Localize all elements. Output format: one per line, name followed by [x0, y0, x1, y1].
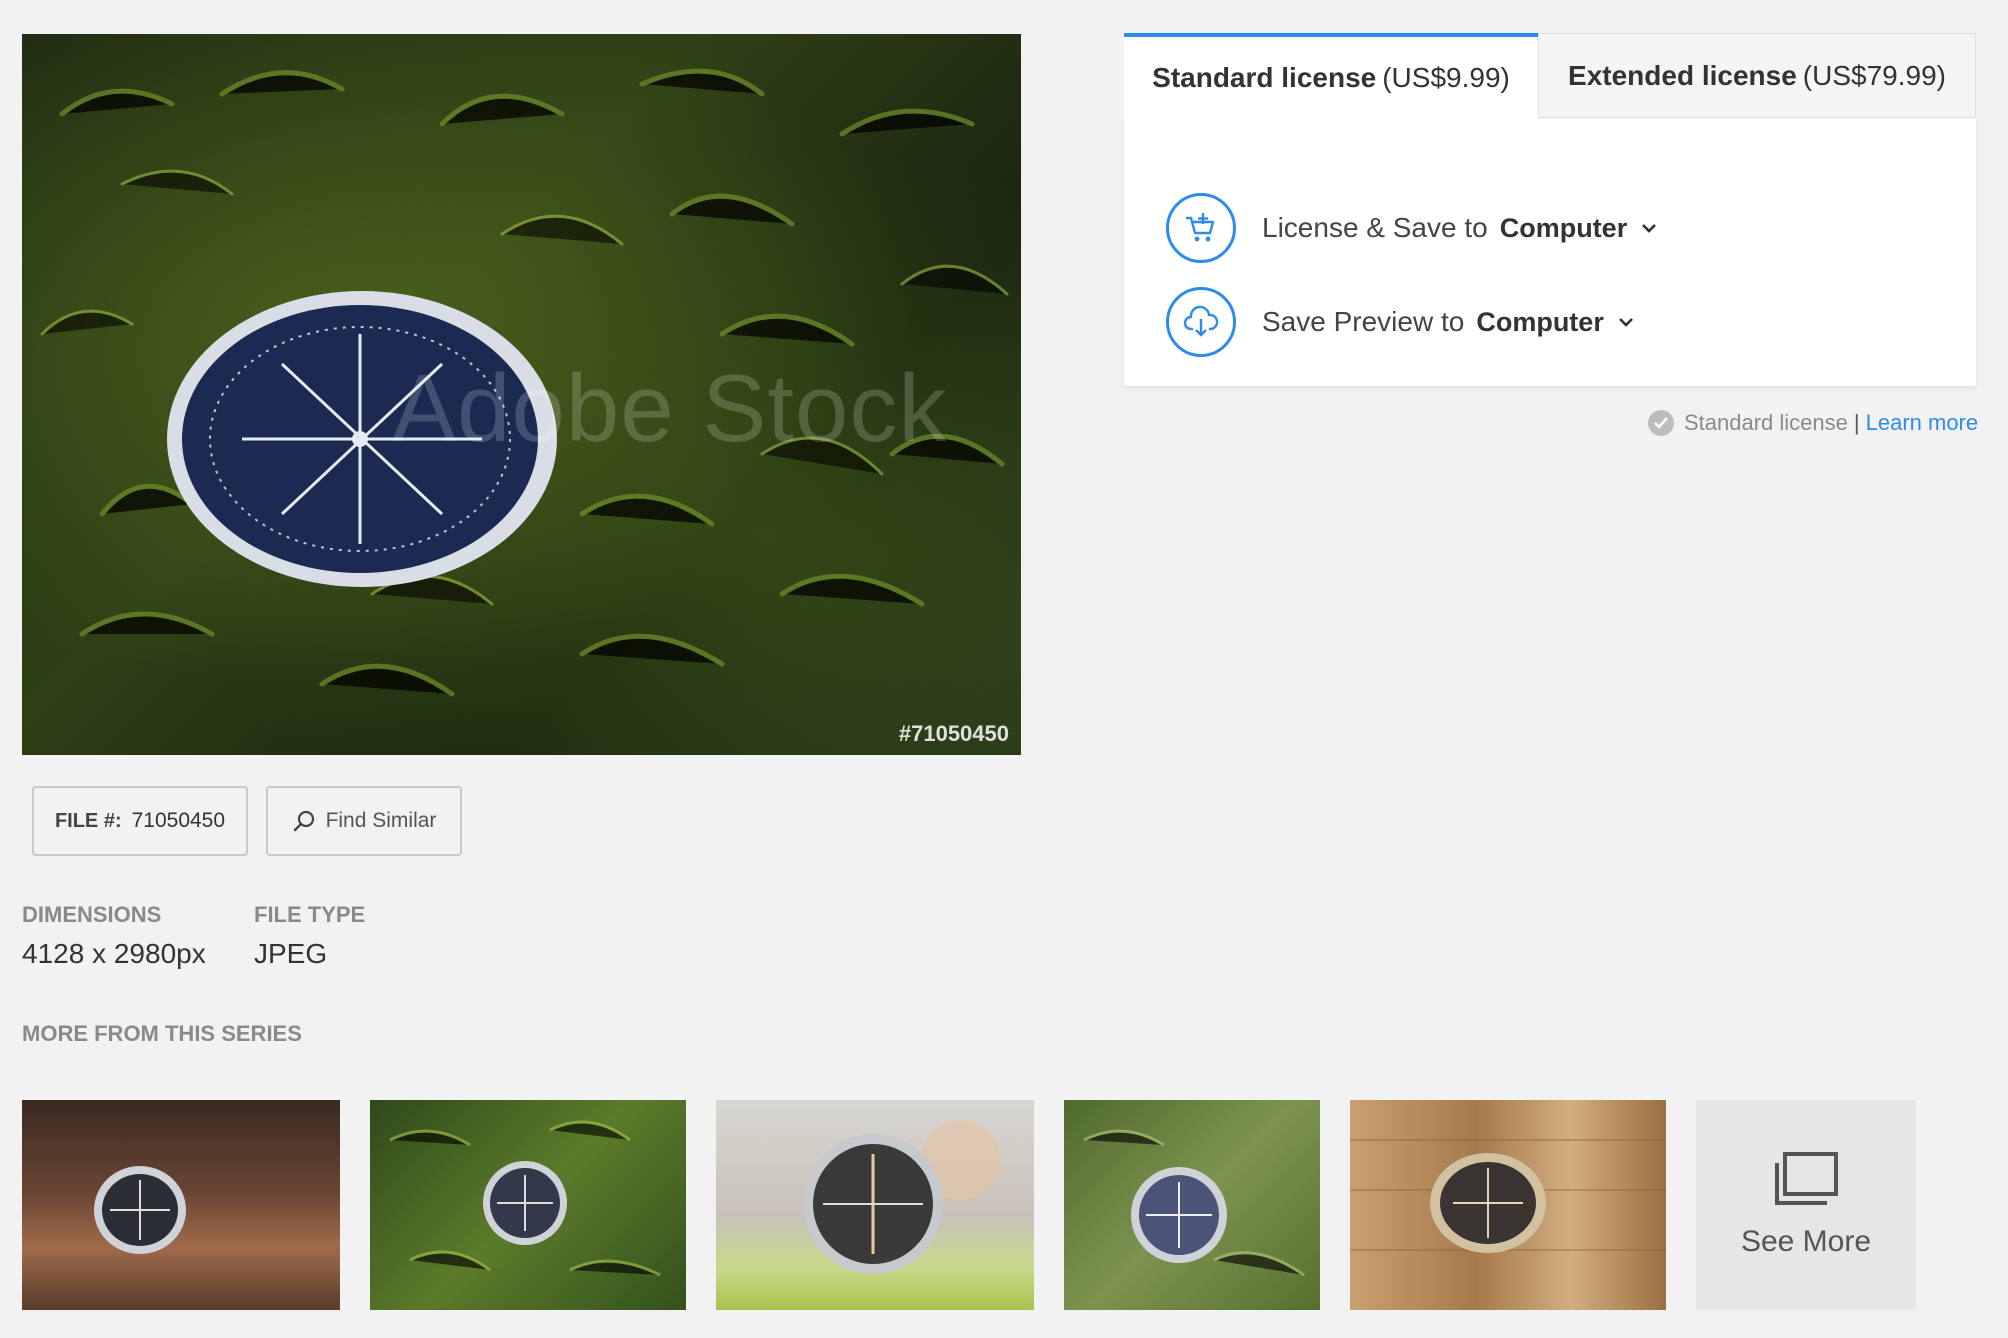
cart-add-icon: [1166, 193, 1236, 263]
series-thumbnail[interactable]: [1350, 1100, 1666, 1310]
license-note-separator: |: [1853, 410, 1860, 435]
license-note: Standard license | Learn more: [1648, 410, 1978, 436]
license-note-text: Standard license: [1684, 410, 1848, 435]
license-panel-body: License & Save to Computer Save Preview …: [1124, 118, 1976, 386]
chevron-down-icon[interactable]: [1618, 317, 1634, 327]
license-save-action[interactable]: License & Save to Computer: [1166, 193, 1657, 263]
tab-standard-price: (US$9.99): [1382, 61, 1510, 93]
file-id-tag: #71050450: [898, 721, 1009, 746]
save-preview-target[interactable]: Computer: [1476, 307, 1604, 338]
find-similar-label: Find Similar: [325, 809, 437, 832]
see-more-label: See More: [1740, 1225, 1872, 1258]
learn-more-link[interactable]: Learn more: [1866, 410, 1979, 436]
save-preview-label: Save Preview to: [1262, 306, 1465, 337]
file-type-value: JPEG: [254, 938, 328, 969]
tab-extended-name: Extended license: [1568, 59, 1797, 91]
file-number-label: FILE #:: [54, 809, 122, 832]
tab-standard-license[interactable]: Standard license (US$9.99): [1124, 33, 1538, 118]
search-icon: [293, 810, 314, 832]
tab-standard-name: Standard license: [1152, 61, 1377, 93]
gallery-icon: [1775, 1152, 1838, 1205]
file-number-value: 71050450: [131, 809, 226, 832]
dimensions-label: DIMENSIONS: [22, 902, 162, 927]
license-save-label: License & Save to: [1262, 212, 1488, 243]
main-preview-image[interactable]: Adobe Stock #71050450: [22, 34, 1021, 755]
see-more-button[interactable]: See More: [1696, 1100, 1916, 1310]
cloud-download-icon: [1166, 287, 1236, 357]
series-thumbnail[interactable]: [22, 1100, 340, 1310]
series-thumbnail[interactable]: [370, 1100, 686, 1310]
file-type-label: FILE TYPE: [254, 902, 366, 927]
tab-extended-license[interactable]: Extended license (US$79.99): [1538, 33, 1976, 118]
series-title: MORE FROM THIS SERIES: [22, 1021, 302, 1046]
file-number-button[interactable]: FILE #: 71050450: [32, 786, 248, 856]
find-similar-button[interactable]: Find Similar: [266, 786, 462, 856]
series-thumbnail[interactable]: [716, 1100, 1034, 1310]
save-preview-action[interactable]: Save Preview to Computer: [1166, 287, 1634, 357]
chevron-down-icon[interactable]: [1641, 223, 1657, 233]
tab-extended-price: (US$79.99): [1802, 59, 1946, 91]
license-panel: Standard license (US$9.99) Extended lice…: [1124, 33, 1976, 386]
watermark-text: Adobe Stock: [392, 355, 948, 462]
series-thumbnail[interactable]: [1064, 1100, 1320, 1310]
dimensions-value: 4128 x 2980px: [22, 938, 206, 969]
checkmark-icon: [1648, 410, 1674, 436]
license-save-target[interactable]: Computer: [1500, 213, 1628, 244]
